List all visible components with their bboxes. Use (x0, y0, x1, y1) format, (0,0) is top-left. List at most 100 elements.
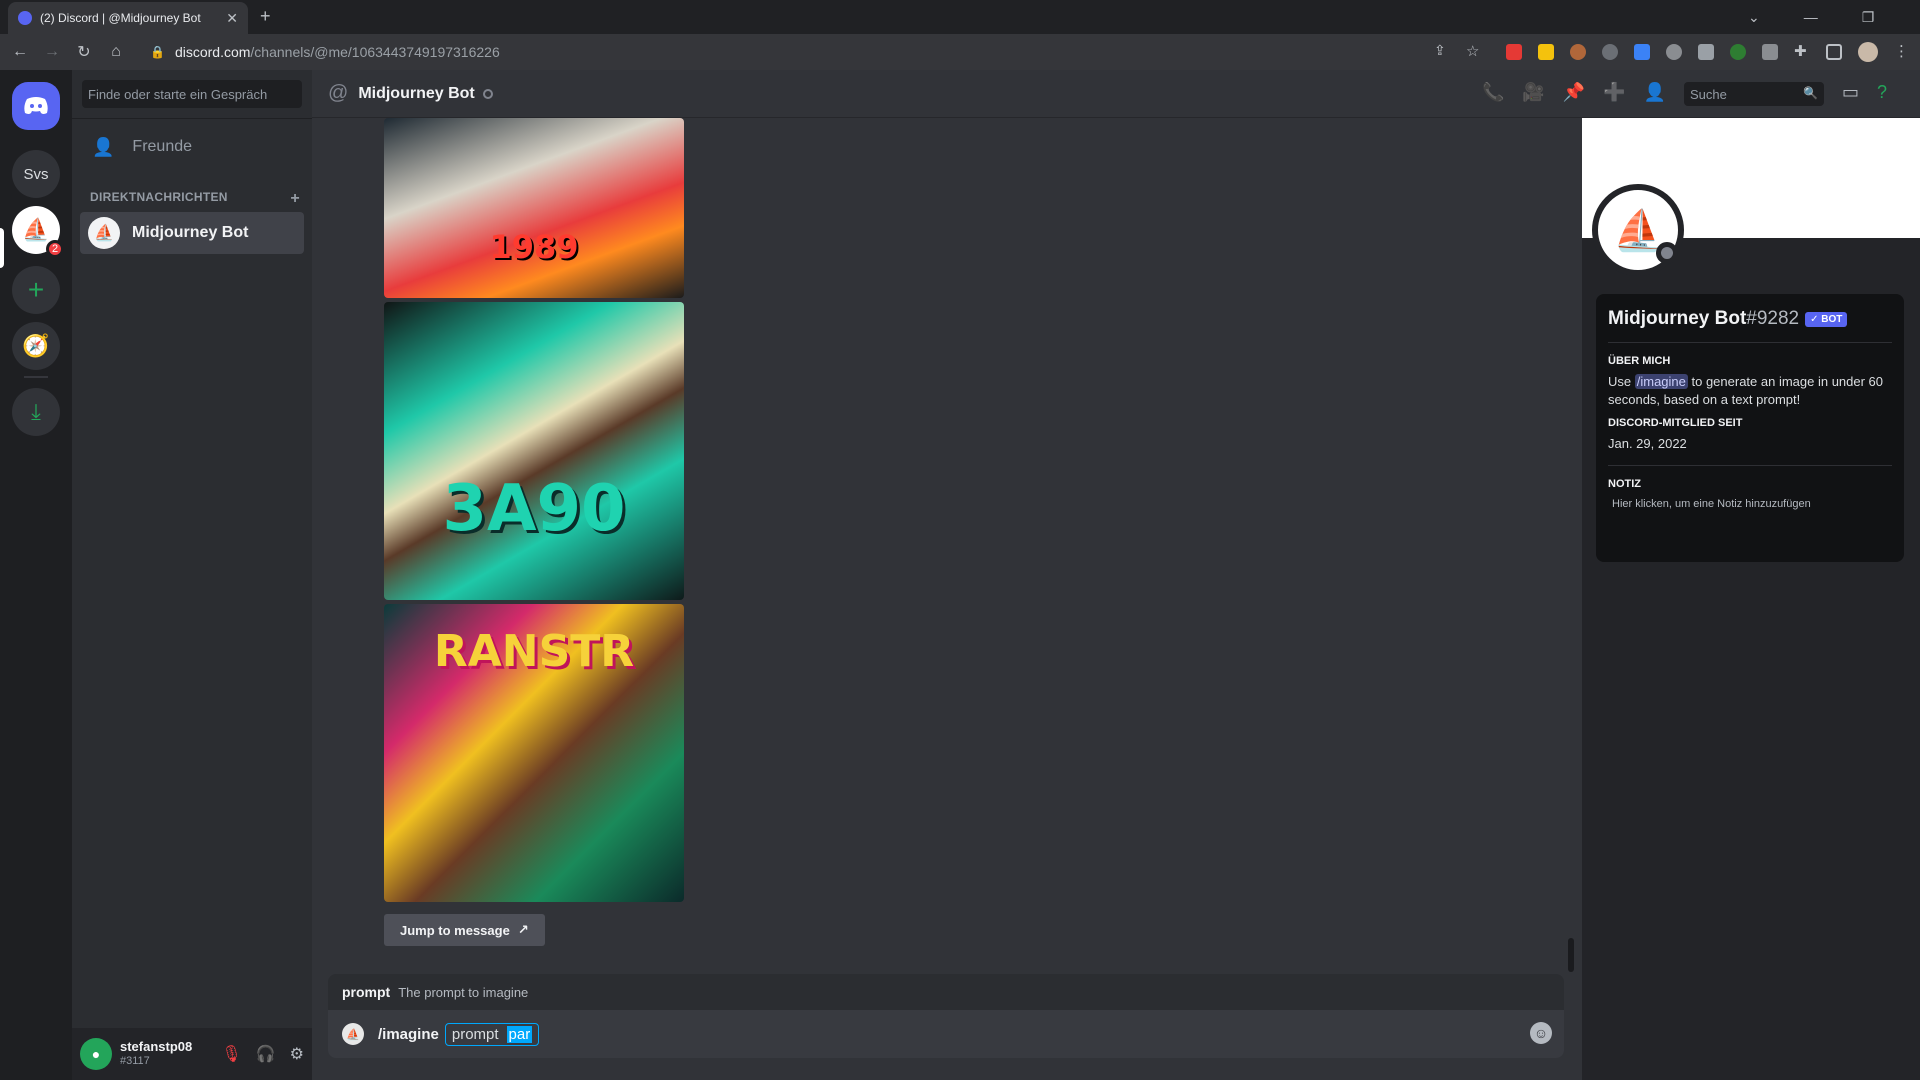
forward-icon[interactable]: → (40, 43, 64, 61)
note-input[interactable]: Hier klicken, um eine Notiz hinzuzufügen (1608, 498, 1892, 510)
search-input[interactable]: Suche 🔍 (1684, 82, 1824, 106)
create-dm-icon[interactable]: + (290, 190, 300, 208)
profile-divider (1608, 342, 1892, 343)
dm-divider (72, 118, 312, 119)
mute-mic-icon[interactable]: 🎙 (221, 1044, 241, 1064)
extension-icon[interactable] (1570, 44, 1586, 60)
chat-area: 1989 3A90 RANSTR Jump to message ↗ promp… (312, 118, 1582, 1080)
server-svs[interactable]: Svs (12, 150, 60, 198)
browser-menu-icon[interactable]: ⋮ (1894, 42, 1910, 60)
discord-home-icon[interactable] (12, 82, 60, 130)
friends-icon: 👤 (92, 136, 115, 157)
profile-card: Midjourney Bot#9282 ✓ BOT ÜBER MICH Use … (1596, 294, 1904, 562)
user-avatar[interactable]: ● (80, 1038, 112, 1070)
translate-extension-icon[interactable] (1634, 44, 1650, 60)
friends-nav-item[interactable]: 👤 Freunde (80, 126, 304, 168)
profile-avatar[interactable]: ⛵ (1592, 184, 1684, 276)
page-title: Midjourney Bot (358, 84, 475, 102)
slash-command: /imagine (378, 1025, 439, 1043)
user-profile-panel: ⛵ Midjourney Bot#9282 ✓ BOT ÜBER MICH Us… (1582, 118, 1920, 1080)
pinned-messages-icon[interactable]: 📌 (1563, 82, 1585, 103)
help-icon[interactable]: ? (1877, 82, 1887, 103)
message-composer[interactable]: ⛵ /imagine prompt par ☺ (328, 1010, 1564, 1058)
command-option-hint: prompt The prompt to imagine (328, 974, 1564, 1010)
emoji-picker-icon[interactable]: ☺ (1530, 1022, 1552, 1044)
inbox-icon[interactable]: ▭ (1842, 82, 1859, 103)
sidepanel-icon[interactable] (1826, 44, 1842, 60)
user-profile-toggle-icon[interactable]: 👤 (1644, 82, 1666, 103)
notes-extension-icon[interactable] (1538, 44, 1554, 60)
url-path: /channels/@me/1063443749197316226 (250, 44, 500, 60)
dm-item-label: Midjourney Bot (132, 224, 249, 241)
headphones-icon[interactable]: 🎧 (256, 1044, 276, 1064)
about-text: Use /imagine to generate an image in und… (1608, 373, 1892, 409)
voice-call-icon[interactable]: 📞 (1482, 82, 1504, 103)
server-rail: Svs ⛵ 2 + 🧭 ⤓ (0, 70, 72, 1080)
option-description: The prompt to imagine (398, 984, 529, 1000)
external-link-icon: ↗ (517, 922, 529, 937)
scrollbar[interactable] (1568, 938, 1574, 972)
explore-compass-icon[interactable]: 🧭 (12, 322, 60, 370)
browser-tab[interactable]: (2) Discord | @Midjourney Bot ✕ (8, 2, 248, 34)
jump-label: Jump to message (400, 922, 510, 938)
adblock-extension-icon[interactable] (1506, 44, 1522, 60)
user-tag: #3117 (120, 1055, 150, 1067)
generated-image-2[interactable]: 3A90 (384, 302, 684, 600)
prompt-parameter-field[interactable]: prompt par (444, 1022, 540, 1046)
server-midjourney[interactable]: ⛵ 2 (12, 206, 64, 258)
home-icon[interactable]: ⌂ (104, 43, 128, 61)
status-offline-icon (482, 88, 493, 99)
download-icon[interactable]: ⤓ (12, 388, 60, 436)
share-icon[interactable]: ⇪ (1434, 42, 1450, 58)
image-2-text: 3A90 (442, 472, 626, 546)
camera-extension-icon[interactable] (1762, 44, 1778, 60)
puzzle-extensions-icon[interactable]: ✚ (1794, 42, 1810, 60)
dm-search-input[interactable]: Finde oder starte ein Gespräch (82, 80, 302, 108)
user-info: stefanstp08 #3117 (120, 1040, 192, 1068)
option-name: prompt (342, 984, 391, 1000)
profile-divider (1608, 465, 1892, 466)
profile-username: Midjourney Bot (1608, 308, 1747, 329)
channel-header: @ Midjourney Bot 📞 🎥 📌 ➕ 👤 Suche 🔍 ▭ ? (312, 70, 1920, 118)
note-label: NOTIZ (1608, 478, 1641, 490)
bookmark-star-icon[interactable]: ☆ (1466, 42, 1482, 60)
e-extension-icon[interactable] (1730, 44, 1746, 60)
typed-value[interactable]: par (506, 1025, 533, 1043)
tab-title: (2) Discord | @Midjourney Bot (40, 11, 201, 25)
search-icon: 🔍 (1803, 86, 1818, 100)
server-divider (24, 376, 48, 378)
imagine-command-link[interactable]: /imagine (1634, 374, 1688, 389)
bot-badge: ✓ BOT (1805, 311, 1848, 327)
back-icon[interactable]: ← (8, 43, 32, 61)
search-placeholder: Suche (1690, 87, 1727, 102)
user-panel: ● stefanstp08 #3117 🎙 🎧 ⚙ (72, 1028, 312, 1080)
profile-avatar-icon[interactable] (1858, 42, 1878, 62)
add-server-icon[interactable]: + (12, 266, 60, 314)
about-text-start: Use (1608, 374, 1635, 389)
video-call-icon[interactable]: 🎥 (1522, 82, 1544, 103)
generated-image-3[interactable]: RANSTR (384, 604, 684, 902)
profile-discriminator: #9282 (1746, 308, 1800, 329)
image-1-text: 1989 (489, 228, 579, 266)
bot-avatar-icon: ⛵ (342, 1023, 364, 1045)
url-host: discord.com (174, 44, 251, 60)
restore-icon[interactable]: ❐ (1862, 9, 1875, 26)
generated-image-1[interactable]: 1989 (384, 118, 684, 298)
settings-gear-icon[interactable]: ⚙ (290, 1044, 304, 1064)
tab-search-icon[interactable]: ⌄ (1748, 9, 1760, 26)
close-tab-icon[interactable]: ✕ (226, 10, 238, 27)
openai-extension-icon[interactable] (1666, 44, 1682, 60)
reload-icon[interactable]: ↻ (72, 42, 96, 62)
dm-sidebar: Finde oder starte ein Gespräch 👤 Freunde… (72, 70, 312, 1080)
minimize-icon[interactable]: — (1804, 9, 1818, 25)
add-friend-icon[interactable]: ➕ (1603, 82, 1625, 103)
globe-extension-icon[interactable] (1602, 44, 1618, 60)
address-bar[interactable]: 🔒 discord.com/channels/@me/1063443749197… (140, 38, 1470, 66)
dm-item-midjourney-bot[interactable]: ⛵ Midjourney Bot (80, 212, 304, 254)
jump-to-message-button[interactable]: Jump to message ↗ (384, 914, 545, 946)
new-tab-icon[interactable]: + (260, 6, 271, 27)
selected-server-pill (0, 228, 4, 268)
paint-extension-icon[interactable] (1698, 44, 1714, 60)
dm-section-header: DIREKTNACHRICHTEN + (90, 190, 300, 208)
image-3-text: RANSTR (433, 626, 635, 677)
